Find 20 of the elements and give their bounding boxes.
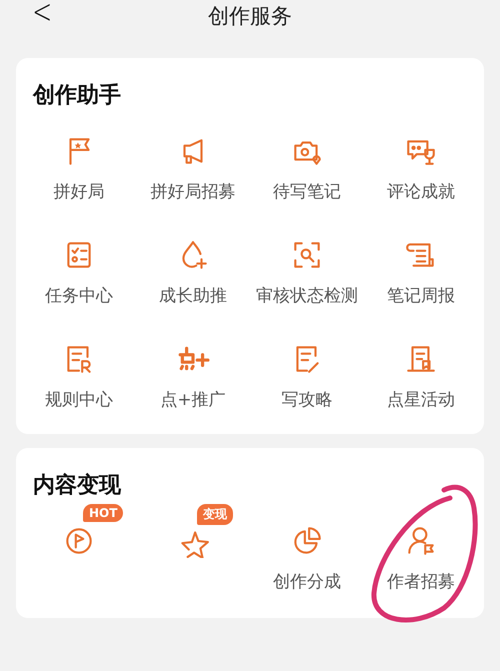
back-button[interactable]: < bbox=[32, 0, 52, 32]
service-label[interactable]: 审核状态检测 bbox=[256, 284, 358, 307]
service-label[interactable]: 点+推广 bbox=[160, 388, 226, 411]
service-label[interactable]: 写攻略 bbox=[282, 388, 332, 411]
service-label[interactable]: 成长助推 bbox=[159, 284, 227, 307]
section-title: 内容变现 bbox=[33, 472, 122, 500]
page-title: 创作服务 bbox=[208, 3, 292, 30]
service-label[interactable]: 创作分成 bbox=[273, 570, 341, 593]
service-label[interactable]: 拼好局 bbox=[54, 180, 104, 203]
service-label[interactable]: 点星活动 bbox=[387, 388, 455, 411]
service-label[interactable]: 拼好局招募 bbox=[150, 180, 236, 203]
service-label[interactable]: 待写笔记 bbox=[273, 180, 341, 203]
section-title: 创作助手 bbox=[33, 82, 122, 110]
service-badge: HOT bbox=[83, 504, 124, 522]
service-badge: 变现 bbox=[197, 504, 233, 525]
service-label[interactable]: 任务中心 bbox=[45, 284, 113, 307]
service-label[interactable]: 笔记周报 bbox=[387, 284, 455, 307]
service-label[interactable]: 作者招募 bbox=[387, 570, 455, 593]
service-label[interactable]: 评论成就 bbox=[387, 180, 455, 203]
service-label[interactable]: 规则中心 bbox=[45, 388, 113, 411]
